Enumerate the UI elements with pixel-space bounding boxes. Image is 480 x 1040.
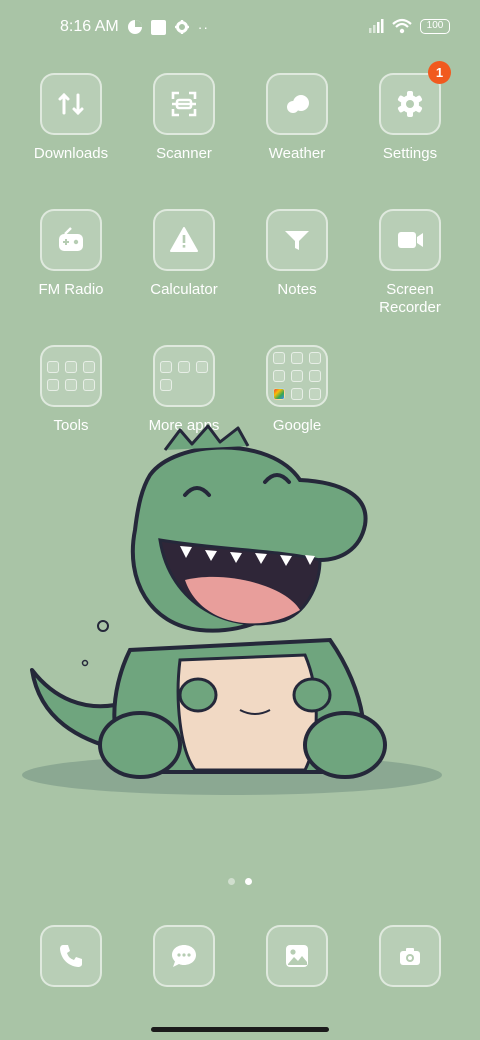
app-fm-radio[interactable]: FM Radio [11,209,131,299]
messages-icon [172,945,196,967]
app-tile[interactable]: 1 [379,61,451,135]
app-tile[interactable] [153,209,215,271]
folder-preview [160,361,208,391]
app-label: Weather [268,145,326,162]
dock-phone[interactable] [40,925,102,987]
mini-app-icon [309,352,321,364]
app-label: Screen Recorder [379,281,441,316]
notes-icon [285,231,309,250]
app-label: Notes [277,281,317,298]
folder-tile[interactable] [266,345,328,407]
data-saver-icon [127,20,142,34]
app-screen-recorder[interactable]: Screen Recorder [350,209,470,317]
battery-level: 100 [426,19,444,31]
app-weather[interactable]: Weather [237,73,357,163]
mini-app-icon [273,370,285,382]
app-label: Downloads [33,145,109,162]
signal-icon [369,19,384,33]
more-dots-icon: ·· [197,19,210,35]
mini-app-icon [273,388,285,400]
app-calculator[interactable]: Calculator [124,209,244,299]
app-scanner[interactable]: Scanner [124,73,244,163]
mini-app-icon [291,370,303,382]
radio-icon [59,227,83,251]
app-tile[interactable] [266,73,328,135]
folder-preview [273,352,321,400]
scanner-icon [171,91,197,117]
mini-app-icon [65,379,77,391]
mini-app-icon [291,352,303,364]
mini-app-icon [273,352,285,364]
mini-app-icon [47,379,59,391]
status-right: 100 [368,18,450,34]
settings-gear-icon [397,91,423,117]
mini-app-icon [196,361,208,373]
app-label: FM Radio [38,281,104,298]
phone-icon [60,945,82,967]
page-dot[interactable] [228,878,235,885]
page-indicator[interactable] [0,878,480,885]
mini-app-icon [47,361,59,373]
app-tile[interactable] [379,209,441,271]
folder-tile[interactable] [153,345,215,407]
folder-preview [47,361,95,391]
app-settings[interactable]: 1 Settings [350,61,470,163]
mini-app-icon [65,361,77,373]
app-tile[interactable] [40,73,102,135]
app-tile[interactable] [153,73,215,135]
mini-app-icon [160,379,172,391]
app-label: Settings [382,145,438,162]
camera-icon [400,948,420,965]
screen-recorder-icon [398,232,423,248]
status-left: 8:16 AM ·· [60,18,209,36]
folder-tile[interactable] [40,345,102,407]
status-time: 8:16 AM [60,18,119,35]
weather-icon [287,95,309,113]
mini-app-icon [178,361,190,373]
square-notification-icon [150,19,166,35]
app-downloads[interactable]: Downloads [11,73,131,163]
app-label: Scanner [156,145,212,162]
dock-gallery[interactable] [266,925,328,987]
battery-icon: 100 [420,18,450,34]
downloads-icon [58,92,84,116]
app-tile[interactable] [40,209,102,271]
mini-app-icon [309,388,321,400]
home-gesture-bar[interactable] [151,1027,329,1032]
app-label: Calculator [150,281,218,298]
mini-app-icon [291,388,303,400]
mini-app-icon [83,379,95,391]
mini-app-icon [160,361,172,373]
calculator-icon [170,227,198,252]
page-dot-active[interactable] [245,878,252,885]
notification-badge: 1 [428,61,451,84]
wifi-icon [392,18,412,34]
gallery-icon [286,945,308,967]
mini-app-icon [309,370,321,382]
mini-app-icon [83,361,95,373]
app-tile[interactable] [266,209,328,271]
dinosaur-wallpaper [22,424,442,795]
gear-icon [174,20,189,34]
status-bar: 8:16 AM ·· 100 [0,0,480,56]
dock-camera[interactable] [379,925,441,987]
app-notes[interactable]: Notes [237,209,357,299]
dock-messages[interactable] [153,925,215,987]
